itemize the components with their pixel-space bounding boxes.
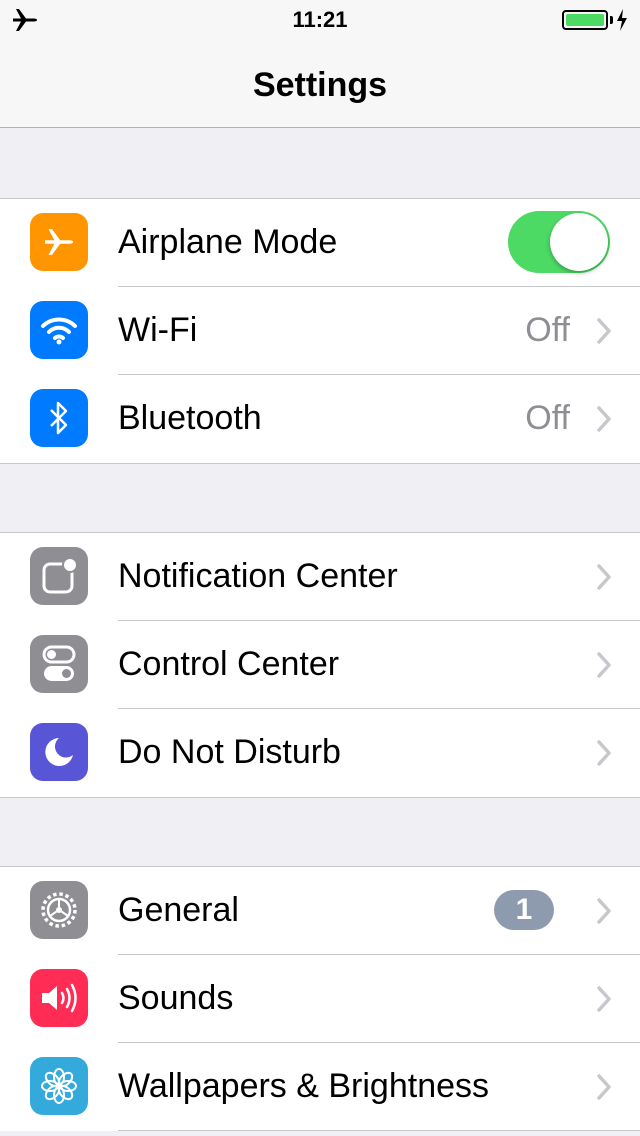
chevron-right-icon xyxy=(597,652,611,678)
row-label: Do Not Disturb xyxy=(118,733,341,771)
update-count-badge: 1 xyxy=(494,890,554,930)
settings-row-do-not-disturb[interactable]: Do Not Disturb xyxy=(0,709,640,797)
row-label: Sounds xyxy=(118,979,234,1017)
wifi-status-value: Off xyxy=(525,311,570,349)
chevron-right-icon xyxy=(597,986,611,1012)
row-label: Wi-Fi xyxy=(118,311,198,349)
status-bar: 11:21 xyxy=(0,0,640,40)
row-label: Airplane Mode xyxy=(118,223,338,261)
settings-row-wallpapers-brightness[interactable]: Wallpapers & Brightness xyxy=(0,1043,640,1131)
chevron-right-icon xyxy=(597,318,611,344)
airplane-icon xyxy=(30,213,88,271)
battery-nub xyxy=(610,16,613,24)
settings-row-wifi[interactable]: Wi-Fi Off xyxy=(0,287,640,375)
flower-icon xyxy=(30,1057,88,1115)
settings-group-notifications: Notification Center Control Center Do No… xyxy=(0,532,640,798)
wifi-icon xyxy=(30,301,88,359)
row-label: Bluetooth xyxy=(118,399,262,437)
bluetooth-icon xyxy=(30,389,88,447)
settings-row-general[interactable]: General 1 xyxy=(0,867,640,955)
bolt-icon xyxy=(617,9,627,31)
settings-row-bluetooth[interactable]: Bluetooth Off xyxy=(0,375,640,463)
settings-group-connectivity: Airplane Mode Wi-Fi Off Bluetooth Off xyxy=(0,198,640,464)
toggle-knob xyxy=(550,213,608,271)
navigation-bar: Settings xyxy=(0,40,640,128)
settings-row-notification-center[interactable]: Notification Center xyxy=(0,533,640,621)
speaker-icon xyxy=(30,969,88,1027)
settings-row-control-center[interactable]: Control Center xyxy=(0,621,640,709)
row-label: Notification Center xyxy=(118,557,398,595)
chevron-right-icon xyxy=(597,740,611,766)
row-label: General xyxy=(118,891,239,929)
moon-icon xyxy=(30,723,88,781)
settings-row-airplane-mode[interactable]: Airplane Mode xyxy=(0,199,640,287)
settings-row-sounds[interactable]: Sounds xyxy=(0,955,640,1043)
row-label: Control Center xyxy=(118,645,340,683)
status-time: 11:21 xyxy=(292,7,348,32)
page-title: Settings xyxy=(252,66,388,104)
gear-icon xyxy=(30,881,88,939)
notification-center-icon xyxy=(30,547,88,605)
airplane-mode-toggle[interactable] xyxy=(508,211,610,273)
bluetooth-status-value: Off xyxy=(525,399,570,437)
chevron-right-icon xyxy=(597,1074,611,1100)
chevron-right-icon xyxy=(597,406,611,432)
control-center-icon xyxy=(30,635,88,693)
row-label: Wallpapers & Brightness xyxy=(118,1067,490,1105)
settings-group-general: General 1 Sounds Wallpapers & Brightness xyxy=(0,866,640,1131)
battery-full-icon xyxy=(562,10,608,30)
chevron-right-icon xyxy=(597,898,611,924)
chevron-right-icon xyxy=(597,564,611,590)
